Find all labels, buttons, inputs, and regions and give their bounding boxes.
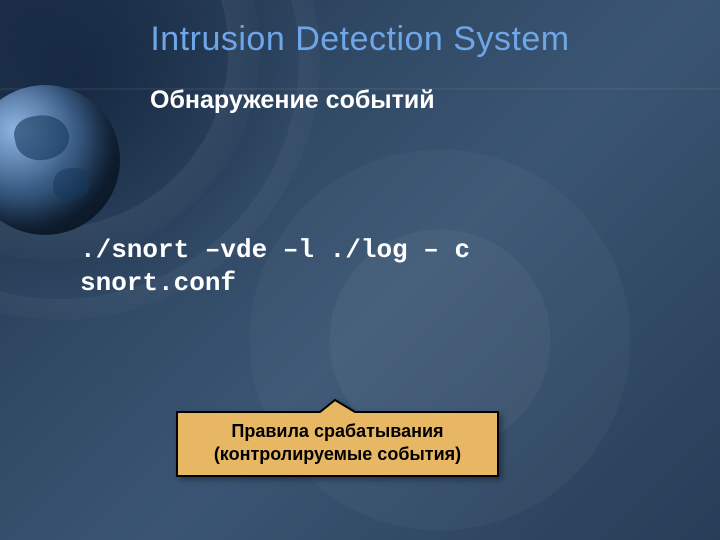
callout-box: Правила срабатывания (контролируемые соб… [175,398,500,478]
slide-subtitle: Обнаружение событий [150,86,435,115]
globe-icon [0,85,120,235]
command-text: ./snort –vde –l ./log – c snort.conf [80,234,610,299]
slide-title: Intrusion Detection System [0,20,720,59]
callout-label: Правила срабатывания (контролируемые соб… [175,420,500,465]
callout-line2: (контролируемые события) [214,444,461,464]
callout-line1: Правила срабатывания [231,421,443,441]
slide: Intrusion Detection System Обнаружение с… [0,0,720,540]
